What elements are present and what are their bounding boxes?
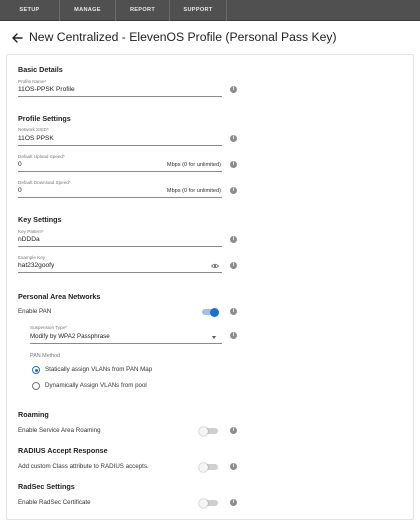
download-speed-suffix: Mbps (0 for unlimited) (166, 188, 221, 194)
section-title-keys: Key Settings (18, 215, 62, 224)
toggle-knob (199, 426, 208, 436)
download-speed-underline (18, 197, 222, 198)
upload-speed-underline (18, 171, 222, 172)
tab-manage[interactable]: MANAGE (60, 0, 116, 21)
arrow-left-icon[interactable] (10, 31, 24, 45)
profile-name-field[interactable]: 11OS-PPSK Profile (18, 86, 75, 93)
example-key-label: Example Key (18, 255, 46, 260)
info-icon[interactable]: i (230, 135, 237, 142)
info-icon[interactable]: i (230, 499, 237, 506)
section-title-radsec: RadSec Settings (18, 482, 75, 491)
example-key-field[interactable]: hat232goofy (18, 262, 54, 269)
radsec-cert-label: Enable RadSec Certificate (18, 499, 91, 506)
upload-speed-field[interactable]: 0 (18, 161, 22, 168)
section-title-pan: Personal Area Networks (18, 292, 101, 301)
roaming-label: Enable Service Area Roaming (18, 427, 101, 434)
eye-icon[interactable] (211, 263, 219, 269)
caret-down-icon[interactable] (212, 336, 216, 339)
info-icon[interactable]: i (230, 236, 237, 243)
radius-class-label: Add custom Class attribute to RADIUS acc… (18, 463, 149, 470)
radio-static-vlans[interactable] (32, 366, 40, 374)
info-icon[interactable]: i (230, 161, 237, 168)
profile-name-label: Profile Name* (18, 79, 47, 84)
upload-speed-suffix: Mbps (0 for unlimited) (166, 162, 221, 168)
key-pattern-field[interactable]: nDDDa (18, 236, 40, 243)
info-icon[interactable]: i (230, 187, 237, 194)
profile-name-underline (18, 96, 222, 97)
tab-report[interactable]: REPORT (116, 0, 170, 21)
download-speed-field[interactable]: 0 (18, 187, 22, 194)
tab-support[interactable]: SUPPORT (170, 0, 227, 21)
key-pattern-label: Key Pattern* (18, 229, 44, 234)
ssid-label: Network SSID* (18, 127, 49, 132)
radio-dynamic-vlans[interactable] (32, 382, 40, 390)
suspension-type-label: Suspension Type* (30, 325, 67, 330)
toggle-knob (199, 462, 208, 472)
info-icon[interactable]: i (230, 427, 237, 434)
radio-static-vlans-label: Statically assign VLANs from PAN Map (45, 366, 153, 373)
upload-speed-label: Default Upload Speed* (18, 154, 65, 159)
tab-setup[interactable]: SETUP (0, 0, 60, 21)
suspension-type-underline (30, 343, 222, 344)
download-speed-label: Default Download Speed* (18, 180, 71, 185)
enable-pan-label: Enable PAN (18, 308, 52, 315)
info-icon[interactable]: i (230, 332, 237, 339)
section-title-roaming: Roaming (18, 410, 49, 419)
example-key-underline (18, 272, 222, 273)
key-pattern-underline (18, 246, 222, 247)
radio-dynamic-vlans-label: Dynamically Assign VLANs from pool (45, 382, 147, 389)
info-icon[interactable]: i (230, 308, 237, 315)
pan-method-label: PAN Method (30, 353, 61, 359)
suspension-type-select[interactable]: Modify by WPA2 Passphrase (30, 333, 110, 340)
section-title-radius: RADIUS Accept Response (18, 446, 108, 455)
section-title-profile: Profile Settings (18, 114, 71, 123)
top-nav: SETUP MANAGE REPORT SUPPORT (0, 0, 420, 21)
toggle-knob (210, 307, 219, 317)
ssid-underline (18, 145, 222, 146)
section-title-basic: Basic Details (18, 65, 63, 74)
page-header: New Centralized - ElevenOS Profile (Pers… (0, 22, 420, 52)
ssid-field[interactable]: 11OS PPSK (18, 135, 54, 142)
info-icon[interactable]: i (230, 463, 237, 470)
page-title: New Centralized - ElevenOS Profile (Pers… (29, 30, 337, 44)
info-icon[interactable]: i (230, 86, 237, 93)
toggle-knob (199, 498, 208, 508)
info-icon[interactable]: i (230, 262, 237, 269)
